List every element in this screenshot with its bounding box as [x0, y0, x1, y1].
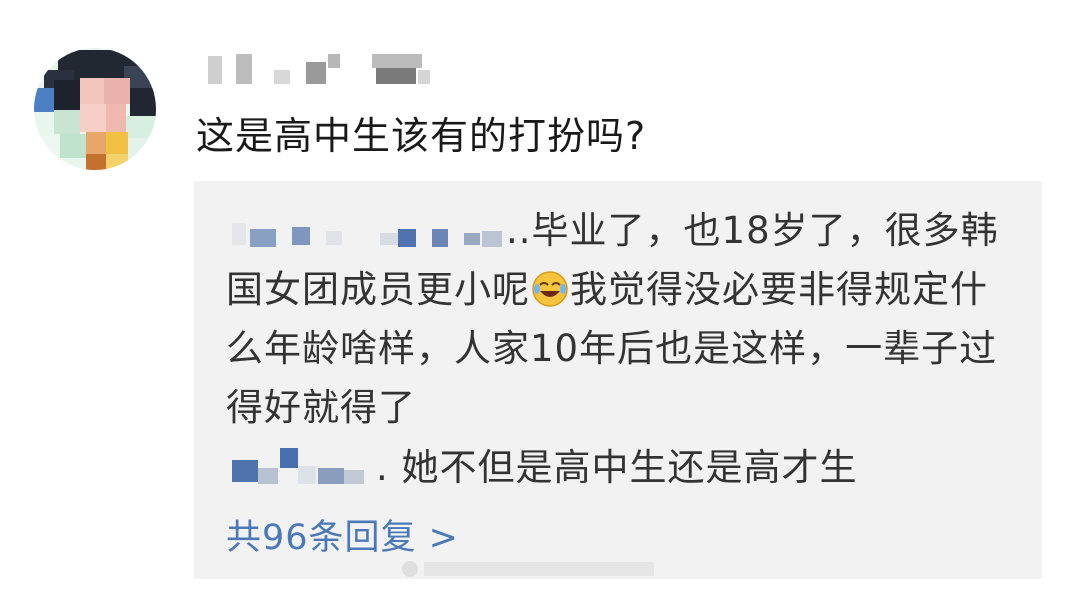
comment-thread: 这是高中生该有的打扮吗? ..毕业了，也18岁了，很多韩国女团成员更小呢 我觉得没… — [0, 0, 1071, 591]
reply-box: ..毕业了，也18岁了，很多韩国女团成员更小呢 我觉得没必要非得规定什么年龄啥样，… — [194, 181, 1042, 579]
reply-text: . 她不但是高中生还是高才生 — [376, 446, 858, 489]
avatar[interactable] — [34, 48, 156, 170]
reply-item[interactable]: ..毕业了，也18岁了，很多韩国女团成员更小呢 我觉得没必要非得规定什么年龄啥样，… — [226, 201, 1016, 437]
comment-text: 这是高中生该有的打扮吗? — [196, 114, 647, 158]
watermark — [400, 556, 670, 582]
laughing-emoji-icon — [532, 271, 568, 307]
reply-item[interactable]: . 她不但是高中生还是高才生 — [226, 438, 1016, 497]
more-replies-link[interactable]: 共96条回复 > — [226, 514, 459, 562]
username[interactable] — [196, 50, 436, 90]
reply-author[interactable] — [226, 209, 506, 249]
reply-author[interactable] — [226, 446, 376, 486]
